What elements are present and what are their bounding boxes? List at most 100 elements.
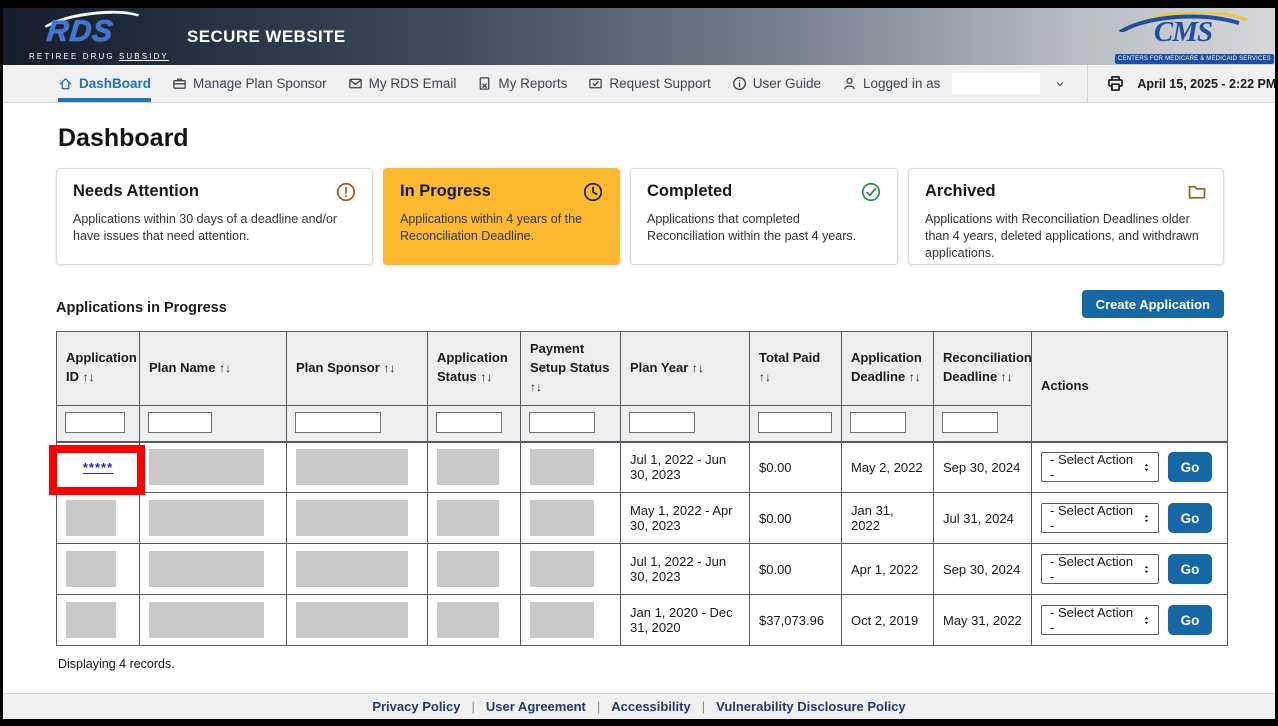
briefcase-icon (172, 76, 187, 91)
column-header-reconciliation-deadline[interactable]: Reconciliation Deadline ↑↓ (934, 332, 1032, 406)
filter-input-application-status[interactable] (436, 412, 502, 433)
print-icon[interactable] (1106, 74, 1125, 93)
action-select[interactable]: - Select Action - (1041, 605, 1159, 635)
filter-input-plan-sponsor[interactable] (295, 412, 381, 433)
application-id-cell: ***** (57, 442, 140, 493)
nav-item-label: DashBoard (79, 76, 151, 91)
sort-icon[interactable]: ↑↓ (759, 370, 771, 384)
card-in-progress[interactable]: In ProgressApplications within 4 years o… (383, 168, 620, 265)
column-header-plan-name[interactable]: Plan Name ↑↓ (140, 332, 287, 406)
sort-icon[interactable]: ↑↓ (692, 361, 704, 375)
updown-icon (1141, 615, 1152, 626)
application-id-cell (57, 493, 140, 544)
chevron-down-icon[interactable] (1054, 78, 1066, 90)
column-header-plan-sponsor[interactable]: Plan Sponsor ↑↓ (287, 332, 428, 406)
nav-item-my-rds-email[interactable]: My RDS Email (348, 65, 457, 102)
go-button[interactable]: Go (1168, 605, 1212, 635)
application-deadline-cell: Oct 2, 2019 (842, 595, 934, 646)
logged-in-user-select[interactable] (952, 73, 1040, 94)
nav-item-request-support[interactable]: Request Support (588, 65, 710, 102)
payment-setup-status-cell (521, 544, 621, 595)
footer-link-separator: | (472, 699, 475, 714)
redacted-cell (296, 449, 408, 485)
filter-input-reconciliation-deadline[interactable] (942, 412, 998, 433)
card-completed[interactable]: CompletedApplications that completed Rec… (630, 168, 898, 265)
total-paid-cell: $37,073.96 (750, 595, 842, 646)
filter-cell (842, 405, 934, 442)
nav-item-logged-in-as[interactable]: Logged in as (842, 65, 1066, 102)
total-paid-cell: $0.00 (750, 544, 842, 595)
card-title: Needs Attention (73, 182, 199, 201)
footer-link-privacy-policy[interactable]: Privacy Policy (372, 699, 460, 714)
plan-name-cell (140, 595, 287, 646)
card-header: In Progress (400, 182, 603, 202)
footer-link-user-agreement[interactable]: User Agreement (486, 699, 586, 714)
card-description: Applications with Reconciliation Deadlin… (925, 211, 1207, 262)
plan-name-cell (140, 493, 287, 544)
support-icon (588, 76, 603, 91)
filter-input-total-paid[interactable] (758, 412, 832, 433)
redacted-cell (66, 500, 116, 536)
application-deadline-cell: Jan 31, 2022 (842, 493, 934, 544)
check-circle-icon (861, 182, 881, 202)
current-datetime: April 15, 2025 - 2:22 PM (1137, 77, 1276, 91)
footer: Privacy Policy|User Agreement|Accessibil… (3, 693, 1275, 719)
filter-input-application-deadline[interactable] (850, 412, 906, 433)
go-button[interactable]: Go (1168, 503, 1212, 533)
action-select-label: - Select Action - (1050, 503, 1141, 533)
applications-section-heading: Applications in Progress (56, 300, 227, 318)
go-button[interactable]: Go (1168, 452, 1212, 482)
plan-sponsor-cell (287, 493, 428, 544)
sort-icon[interactable]: ↑↓ (480, 370, 492, 384)
column-header-application-id[interactable]: Application ID ↑↓ (57, 332, 140, 406)
action-select-label: - Select Action - (1050, 554, 1141, 584)
filter-input-application-id[interactable] (65, 412, 125, 433)
footer-link-vulnerability-disclosure-policy[interactable]: Vulnerability Disclosure Policy (716, 699, 906, 714)
redacted-cell (149, 602, 264, 638)
filter-cell (621, 405, 750, 442)
action-select[interactable]: - Select Action - (1041, 452, 1159, 482)
plan-year-cell: Jan 1, 2020 - Dec 31, 2020 (621, 595, 750, 646)
nav-item-user-guide[interactable]: User Guide (732, 65, 821, 102)
card-archived[interactable]: ArchivedApplications with Reconciliation… (908, 168, 1224, 265)
filter-input-payment-setup-status[interactable] (529, 412, 595, 433)
nav-item-manage-plan-sponsor[interactable]: Manage Plan Sponsor (172, 65, 327, 102)
filter-input-plan-year[interactable] (629, 412, 695, 433)
redacted-cell (437, 500, 499, 536)
sort-icon[interactable]: ↑↓ (530, 380, 542, 394)
updown-icon (1141, 462, 1152, 473)
nav-item-my-reports[interactable]: My Reports (477, 65, 567, 102)
column-header-plan-year[interactable]: Plan Year ↑↓ (621, 332, 750, 406)
sort-icon[interactable]: ↑↓ (909, 370, 921, 384)
column-header-total-paid[interactable]: Total Paid ↑↓ (750, 332, 842, 406)
sort-icon[interactable]: ↑↓ (1001, 370, 1013, 384)
info-icon (732, 76, 747, 91)
column-header-application-status[interactable]: Application Status ↑↓ (428, 332, 521, 406)
print-icon[interactable] (1106, 74, 1125, 93)
application-id-link[interactable]: ***** (83, 460, 113, 475)
column-header-payment-setup-status[interactable]: Payment Setup Status ↑↓ (521, 332, 621, 406)
filter-cell (521, 405, 621, 442)
column-header-application-deadline[interactable]: Application Deadline ↑↓ (842, 332, 934, 406)
payment-setup-status-cell (521, 442, 621, 493)
redacted-cell (530, 602, 594, 638)
rds-logo-text: RDS (45, 15, 115, 49)
record-count: Displaying 4 records. (58, 657, 1224, 671)
filter-input-plan-name[interactable] (148, 412, 212, 433)
table-row: May 1, 2022 - Apr 30, 2023$0.00Jan 31, 2… (57, 493, 1228, 544)
action-select[interactable]: - Select Action - (1041, 554, 1159, 584)
sort-icon[interactable]: ↑↓ (83, 370, 95, 384)
nav-item-dashboard[interactable]: DashBoard (58, 65, 151, 102)
card-needs-attention[interactable]: Needs AttentionApplications within 30 da… (56, 168, 373, 265)
plan-sponsor-cell (287, 595, 428, 646)
sort-icon[interactable]: ↑↓ (383, 361, 395, 375)
sort-icon[interactable]: ↑↓ (219, 361, 231, 375)
go-button[interactable]: Go (1168, 554, 1212, 584)
create-application-button[interactable]: Create Application (1082, 290, 1224, 318)
action-select[interactable]: - Select Action - (1041, 503, 1159, 533)
cms-logo: CMS CENTERS FOR MEDICARE & MEDICAID SERV… (1115, 13, 1251, 65)
redacted-cell (66, 551, 116, 587)
chevron-down-icon[interactable] (1054, 78, 1066, 90)
footer-link-accessibility[interactable]: Accessibility (611, 699, 691, 714)
page-title: Dashboard (58, 124, 1224, 153)
